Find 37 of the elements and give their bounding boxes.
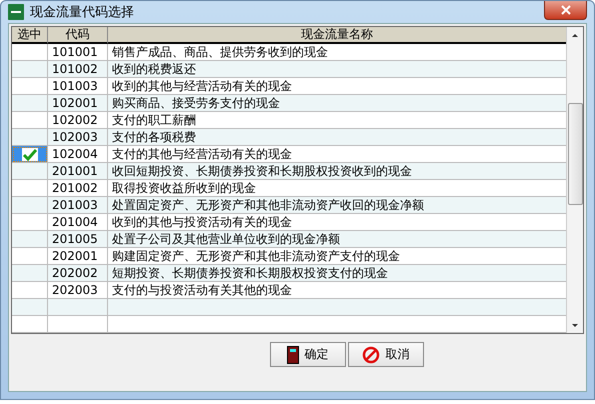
empty-cell [12, 316, 48, 333]
code-cell: 202002 [48, 265, 108, 282]
code-cell: 201003 [48, 197, 108, 214]
app-logo-icon [8, 4, 24, 20]
code-cell: 201005 [48, 231, 108, 248]
confirm-button[interactable]: 确定 [270, 342, 346, 367]
cancel-button[interactable]: 取消 [348, 342, 424, 367]
column-header: 代码 [48, 27, 108, 44]
code-cell: 101002 [48, 61, 108, 78]
select-checkbox[interactable] [12, 95, 48, 112]
close-icon [560, 5, 572, 15]
select-checkbox[interactable] [12, 197, 48, 214]
select-checkbox[interactable] [12, 61, 48, 78]
name-cell: 收到的税费返还 [108, 61, 566, 78]
checkmark-icon [20, 148, 38, 160]
column-header: 现金流量名称 [108, 27, 566, 44]
name-cell: 支付的各项税费 [108, 129, 566, 146]
name-cell: 处置固定资产、无形资产和其他非流动资产收回的现金净额 [108, 197, 566, 214]
name-cell: 收回短期投资、长期债券投资和长期股权投资收到的现金 [108, 163, 566, 180]
code-cell: 201001 [48, 163, 108, 180]
name-cell: 处置子公司及其他营业单位收到的现金净额 [108, 231, 566, 248]
select-checkbox[interactable] [12, 265, 48, 282]
select-checkbox[interactable] [12, 163, 48, 180]
code-cell: 102001 [48, 95, 108, 112]
select-checkbox[interactable] [12, 231, 48, 248]
empty-cell [48, 316, 108, 333]
prohibited-icon [362, 346, 380, 364]
door-icon [286, 346, 298, 364]
select-checkbox[interactable] [12, 146, 48, 163]
select-checkbox[interactable] [12, 129, 48, 146]
window-title: 现金流量代码选择 [30, 4, 134, 21]
code-cell: 102003 [48, 129, 108, 146]
column-header: 选中 [12, 27, 48, 44]
name-cell: 短期投资、长期债券投资和长期股权投资支付的现金 [108, 265, 566, 282]
close-button[interactable] [544, 1, 587, 20]
scrollbar[interactable] [566, 27, 583, 333]
name-cell: 购买商品、接受劳务支付的现金 [108, 95, 566, 112]
